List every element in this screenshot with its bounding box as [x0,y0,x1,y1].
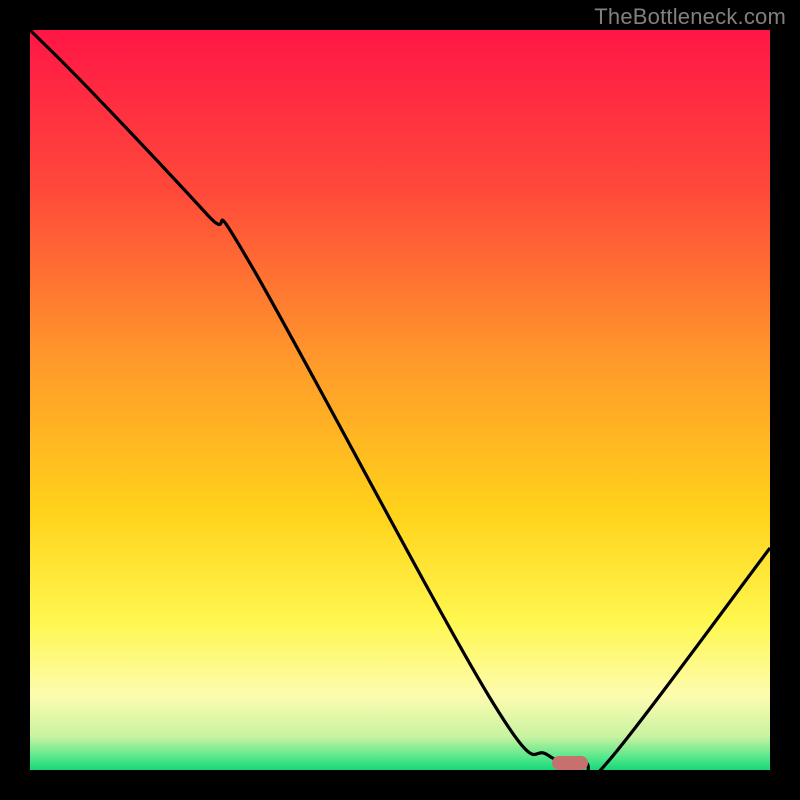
gradient-background [30,30,770,770]
watermark-text: TheBottleneck.com [594,4,786,30]
gradient-chart [30,30,770,770]
plot-area [30,30,770,770]
optimal-marker [552,756,588,770]
chart-frame: TheBottleneck.com [0,0,800,800]
